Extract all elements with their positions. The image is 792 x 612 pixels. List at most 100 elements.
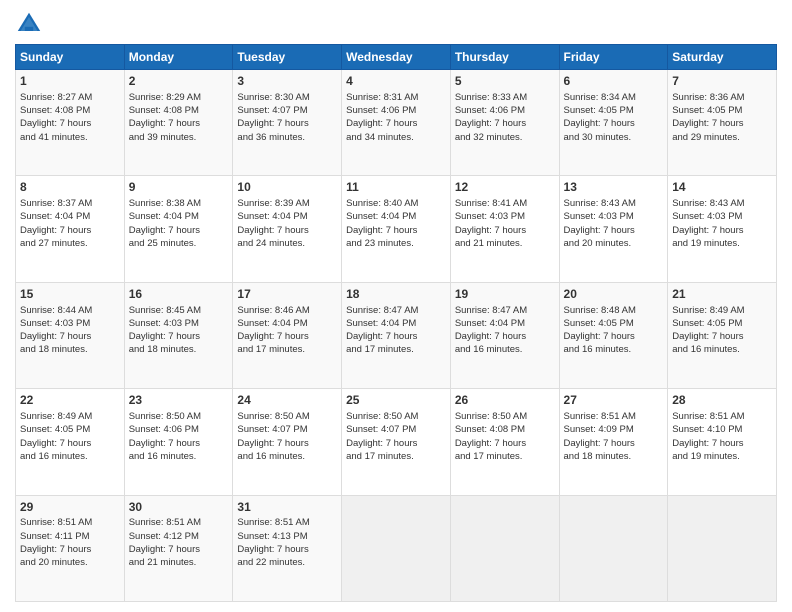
day-info: Sunset: 4:04 PM bbox=[346, 317, 446, 330]
calendar-cell: 19Sunrise: 8:47 AMSunset: 4:04 PMDayligh… bbox=[450, 282, 559, 388]
day-info: Sunrise: 8:49 AM bbox=[672, 304, 772, 317]
day-info: Daylight: 7 hours bbox=[237, 224, 337, 237]
day-info: Sunrise: 8:39 AM bbox=[237, 197, 337, 210]
day-info: Sunrise: 8:36 AM bbox=[672, 91, 772, 104]
day-number: 1 bbox=[20, 73, 120, 90]
day-info: Sunset: 4:13 PM bbox=[237, 530, 337, 543]
day-info: Sunset: 4:07 PM bbox=[237, 104, 337, 117]
day-info: Sunset: 4:05 PM bbox=[564, 317, 664, 330]
day-info: Sunrise: 8:46 AM bbox=[237, 304, 337, 317]
calendar-cell: 20Sunrise: 8:48 AMSunset: 4:05 PMDayligh… bbox=[559, 282, 668, 388]
day-info: Daylight: 7 hours bbox=[20, 437, 120, 450]
day-info: Sunrise: 8:50 AM bbox=[129, 410, 229, 423]
day-info: Daylight: 7 hours bbox=[129, 117, 229, 130]
week-row-3: 15Sunrise: 8:44 AMSunset: 4:03 PMDayligh… bbox=[16, 282, 777, 388]
day-number: 10 bbox=[237, 179, 337, 196]
day-info: Daylight: 7 hours bbox=[20, 117, 120, 130]
calendar-cell: 3Sunrise: 8:30 AMSunset: 4:07 PMDaylight… bbox=[233, 70, 342, 176]
day-info: Sunset: 4:04 PM bbox=[455, 317, 555, 330]
day-info: Daylight: 7 hours bbox=[564, 330, 664, 343]
day-info: Daylight: 7 hours bbox=[346, 224, 446, 237]
day-info: Sunrise: 8:50 AM bbox=[237, 410, 337, 423]
day-info: Sunset: 4:06 PM bbox=[129, 423, 229, 436]
weekday-header-tuesday: Tuesday bbox=[233, 45, 342, 70]
day-number: 18 bbox=[346, 286, 446, 303]
day-info: Daylight: 7 hours bbox=[129, 437, 229, 450]
day-info: Daylight: 7 hours bbox=[20, 330, 120, 343]
day-info: Sunset: 4:09 PM bbox=[564, 423, 664, 436]
calendar-cell: 24Sunrise: 8:50 AMSunset: 4:07 PMDayligh… bbox=[233, 389, 342, 495]
day-number: 13 bbox=[564, 179, 664, 196]
calendar-cell: 21Sunrise: 8:49 AMSunset: 4:05 PMDayligh… bbox=[668, 282, 777, 388]
day-info: Sunset: 4:03 PM bbox=[564, 210, 664, 223]
day-info: and 19 minutes. bbox=[672, 237, 772, 250]
day-info: Daylight: 7 hours bbox=[564, 117, 664, 130]
day-info: Daylight: 7 hours bbox=[564, 437, 664, 450]
day-info: Sunset: 4:05 PM bbox=[564, 104, 664, 117]
calendar-cell: 8Sunrise: 8:37 AMSunset: 4:04 PMDaylight… bbox=[16, 176, 125, 282]
day-info: and 20 minutes. bbox=[20, 556, 120, 569]
day-number: 20 bbox=[564, 286, 664, 303]
day-info: Sunrise: 8:40 AM bbox=[346, 197, 446, 210]
week-row-1: 1Sunrise: 8:27 AMSunset: 4:08 PMDaylight… bbox=[16, 70, 777, 176]
day-info: Sunrise: 8:50 AM bbox=[346, 410, 446, 423]
calendar-cell bbox=[559, 495, 668, 601]
calendar-cell: 17Sunrise: 8:46 AMSunset: 4:04 PMDayligh… bbox=[233, 282, 342, 388]
day-info: and 36 minutes. bbox=[237, 131, 337, 144]
day-info: and 17 minutes. bbox=[455, 450, 555, 463]
day-info: Sunrise: 8:51 AM bbox=[20, 516, 120, 529]
day-number: 3 bbox=[237, 73, 337, 90]
weekday-header-row: SundayMondayTuesdayWednesdayThursdayFrid… bbox=[16, 45, 777, 70]
day-info: and 25 minutes. bbox=[129, 237, 229, 250]
calendar-cell: 2Sunrise: 8:29 AMSunset: 4:08 PMDaylight… bbox=[124, 70, 233, 176]
day-number: 26 bbox=[455, 392, 555, 409]
day-info: Sunrise: 8:37 AM bbox=[20, 197, 120, 210]
week-row-4: 22Sunrise: 8:49 AMSunset: 4:05 PMDayligh… bbox=[16, 389, 777, 495]
day-info: Sunset: 4:04 PM bbox=[346, 210, 446, 223]
day-info: Daylight: 7 hours bbox=[346, 437, 446, 450]
day-info: Sunrise: 8:49 AM bbox=[20, 410, 120, 423]
day-info: Daylight: 7 hours bbox=[672, 224, 772, 237]
day-info: and 19 minutes. bbox=[672, 450, 772, 463]
day-info: Daylight: 7 hours bbox=[20, 224, 120, 237]
day-info: Daylight: 7 hours bbox=[455, 330, 555, 343]
day-info: and 16 minutes. bbox=[672, 343, 772, 356]
calendar-cell: 26Sunrise: 8:50 AMSunset: 4:08 PMDayligh… bbox=[450, 389, 559, 495]
day-number: 14 bbox=[672, 179, 772, 196]
calendar-cell: 5Sunrise: 8:33 AMSunset: 4:06 PMDaylight… bbox=[450, 70, 559, 176]
week-row-2: 8Sunrise: 8:37 AMSunset: 4:04 PMDaylight… bbox=[16, 176, 777, 282]
day-number: 19 bbox=[455, 286, 555, 303]
calendar-cell: 6Sunrise: 8:34 AMSunset: 4:05 PMDaylight… bbox=[559, 70, 668, 176]
day-info: Sunset: 4:12 PM bbox=[129, 530, 229, 543]
day-info: and 17 minutes. bbox=[237, 343, 337, 356]
day-info: Sunset: 4:04 PM bbox=[237, 210, 337, 223]
week-row-5: 29Sunrise: 8:51 AMSunset: 4:11 PM Dayligh… bbox=[16, 495, 777, 601]
day-info: Sunrise: 8:41 AM bbox=[455, 197, 555, 210]
day-info: Sunrise: 8:34 AM bbox=[564, 91, 664, 104]
day-info: and 16 minutes. bbox=[237, 450, 337, 463]
day-info: Daylight: 7 hours bbox=[129, 543, 229, 556]
day-info: Sunset: 4:03 PM bbox=[672, 210, 772, 223]
day-info: Sunset: 4:11 PM bbox=[20, 530, 120, 543]
weekday-header-friday: Friday bbox=[559, 45, 668, 70]
day-info: Sunset: 4:03 PM bbox=[129, 317, 229, 330]
day-number: 9 bbox=[129, 179, 229, 196]
weekday-header-monday: Monday bbox=[124, 45, 233, 70]
weekday-header-saturday: Saturday bbox=[668, 45, 777, 70]
calendar-cell: 16Sunrise: 8:45 AMSunset: 4:03 PMDayligh… bbox=[124, 282, 233, 388]
day-info: and 16 minutes. bbox=[455, 343, 555, 356]
calendar-cell: 15Sunrise: 8:44 AMSunset: 4:03 PMDayligh… bbox=[16, 282, 125, 388]
calendar-cell: 30Sunrise: 8:51 AMSunset: 4:12 PMDayligh… bbox=[124, 495, 233, 601]
day-number: 5 bbox=[455, 73, 555, 90]
day-info: and 23 minutes. bbox=[346, 237, 446, 250]
day-number: 7 bbox=[672, 73, 772, 90]
day-info: and 17 minutes. bbox=[346, 450, 446, 463]
day-info: Daylight: 7 hours bbox=[129, 330, 229, 343]
day-info: Daylight: 7 hours bbox=[672, 437, 772, 450]
day-info: Daylight: 7 hours bbox=[237, 543, 337, 556]
day-info: Daylight: 7 hours bbox=[564, 224, 664, 237]
day-info: Sunrise: 8:29 AM bbox=[129, 91, 229, 104]
day-info: Sunrise: 8:38 AM bbox=[129, 197, 229, 210]
calendar-cell bbox=[342, 495, 451, 601]
day-number: 29 bbox=[20, 499, 120, 516]
